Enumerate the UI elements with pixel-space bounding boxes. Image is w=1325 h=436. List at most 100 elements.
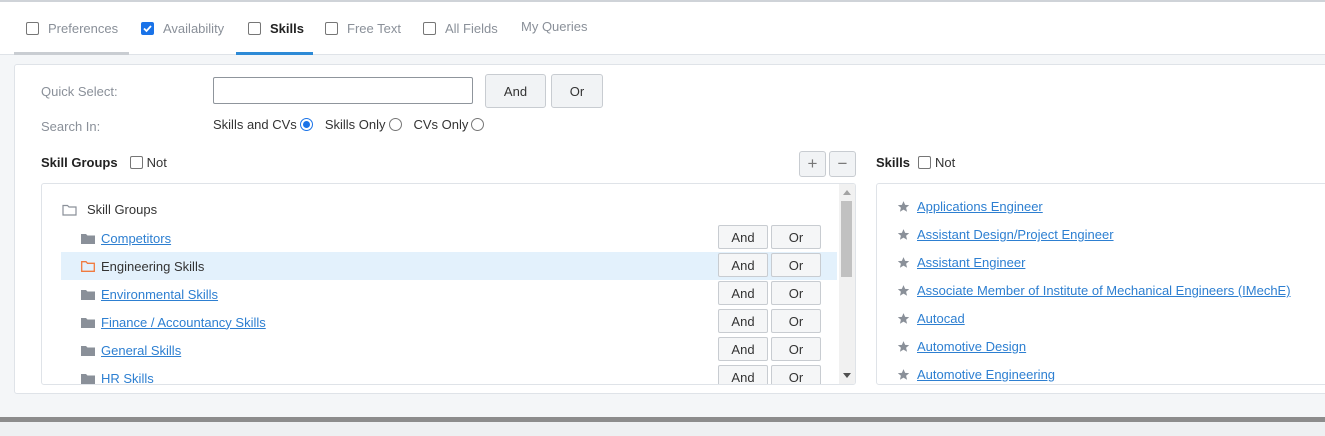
tab-label: My Queries [521, 18, 588, 34]
tab-my-queries[interactable]: My Queries [509, 0, 599, 52]
tab-all-fields[interactable]: All Fields [411, 2, 508, 54]
folder-icon [81, 345, 95, 356]
quick-select-input[interactable] [213, 77, 473, 104]
skill-group-or-button[interactable]: Or [771, 309, 821, 333]
skill-group-row-general: General Skills And Or [61, 336, 837, 364]
star-icon[interactable] [897, 368, 910, 381]
skill-group-row-environmental: Environmental Skills And Or [61, 280, 837, 308]
tab-preferences[interactable]: Preferences [14, 2, 129, 55]
collapse-all-button[interactable]: − [829, 151, 856, 177]
skill-group-or-button[interactable]: Or [771, 337, 821, 361]
folder-icon [81, 233, 95, 244]
tab-skills-checkbox[interactable] [248, 21, 261, 35]
search-in-option-label: Skills and CVs [213, 117, 297, 132]
scroll-down-icon[interactable] [843, 373, 851, 378]
tree-root-label: Skill Groups [87, 202, 158, 217]
star-icon[interactable] [897, 284, 910, 297]
skill-group-or-button[interactable]: Or [771, 253, 821, 277]
skill-group-link[interactable]: Environmental Skills [101, 287, 218, 302]
skill-group-row-competitors: Competitors And Or [61, 224, 837, 252]
scroll-thumb[interactable] [841, 201, 852, 277]
quick-select-and-button[interactable]: And [485, 74, 546, 108]
star-icon[interactable] [897, 256, 910, 269]
skill-group-row-engineering: Engineering Skills And Or [61, 252, 837, 280]
skill-item: Associate Member of Institute of Mechani… [897, 283, 1291, 298]
tree-root[interactable]: Skill Groups [62, 202, 157, 217]
skill-group-and-button[interactable]: And [718, 337, 768, 361]
star-icon[interactable] [897, 340, 910, 353]
skill-group-link[interactable]: HR Skills [101, 371, 154, 385]
folder-selected-icon [81, 260, 95, 272]
skill-groups-heading: Skill Groups Not [41, 155, 167, 170]
skill-groups-not-checkbox[interactable] [129, 156, 143, 169]
quick-select-label: Quick Select: [41, 84, 118, 99]
skill-group-row-hr: HR Skills And Or [61, 364, 837, 385]
tab-underline [129, 52, 236, 55]
quick-select-or-button[interactable]: Or [551, 74, 603, 108]
star-icon[interactable] [897, 200, 910, 213]
skill-link[interactable]: Automotive Engineering [917, 367, 1055, 382]
skill-group-link[interactable]: Finance / Accountancy Skills [101, 315, 266, 330]
tree-scrollbar[interactable] [839, 184, 855, 384]
skill-link[interactable]: Automotive Design [917, 339, 1026, 354]
star-icon[interactable] [897, 228, 910, 241]
search-in-label: Search In: [41, 119, 101, 134]
folder-icon [81, 289, 95, 300]
skill-link[interactable]: Applications Engineer [917, 199, 1043, 214]
bottom-strip [0, 422, 1325, 436]
folder-icon [81, 373, 95, 384]
tab-label: Preferences [48, 20, 119, 36]
skill-link[interactable]: Associate Member of Institute of Mechani… [917, 283, 1291, 298]
skill-group-label[interactable]: Engineering Skills [101, 259, 204, 274]
skill-link[interactable]: Assistant Design/Project Engineer [917, 227, 1114, 242]
tab-free-text[interactable]: Free Text [313, 2, 411, 54]
skill-link[interactable]: Autocad [917, 311, 965, 326]
folder-icon [81, 317, 95, 328]
skill-group-or-button[interactable]: Or [771, 281, 821, 305]
radio-skills-and-cvs[interactable] [299, 118, 313, 131]
skill-groups-not-label: Not [146, 155, 167, 170]
expand-all-button[interactable]: + [799, 151, 826, 177]
skill-link[interactable]: Assistant Engineer [917, 255, 1025, 270]
skills-heading: Skills Not [876, 155, 955, 170]
tab-preferences-checkbox[interactable] [26, 21, 39, 35]
tab-label: All Fields [445, 20, 498, 36]
tab-skills[interactable]: Skills [236, 2, 313, 55]
skill-group-and-button[interactable]: And [718, 365, 768, 384]
skill-group-and-button[interactable]: And [718, 309, 768, 333]
skill-group-or-button[interactable]: Or [771, 225, 821, 249]
skill-group-link[interactable]: General Skills [101, 343, 181, 358]
skill-item: Assistant Design/Project Engineer [897, 227, 1114, 242]
skill-item: Applications Engineer [897, 199, 1043, 214]
skill-item: Assistant Engineer [897, 255, 1025, 270]
tab-underline [313, 52, 411, 55]
skills-panel: Quick Select: And Or Search In: Skills a… [14, 64, 1325, 394]
skill-group-and-button[interactable]: And [718, 225, 768, 249]
tab-underline [14, 52, 129, 55]
tab-free-text-checkbox[interactable] [325, 21, 338, 35]
tab-label: Skills [270, 20, 304, 36]
skill-groups-tree: Skill Groups Competitors And Or Engineer… [41, 183, 856, 385]
scroll-up-icon[interactable] [843, 190, 851, 195]
skill-group-and-button[interactable]: And [718, 253, 768, 277]
tab-label: Availability [163, 20, 225, 36]
skills-title: Skills [876, 155, 910, 170]
radio-skills-only[interactable] [388, 118, 402, 131]
tab-underline [236, 52, 313, 55]
skills-not-checkbox[interactable] [917, 156, 931, 169]
skill-group-and-button[interactable]: And [718, 281, 768, 305]
skill-item: Automotive Design [897, 339, 1026, 354]
skill-item: Autocad [897, 311, 965, 326]
tab-label: Free Text [347, 20, 401, 36]
tab-all-fields-checkbox[interactable] [423, 21, 436, 35]
skill-group-link[interactable]: Competitors [101, 231, 171, 246]
radio-cvs-only[interactable] [471, 118, 485, 131]
star-icon[interactable] [897, 312, 910, 325]
search-tabs: Preferences Availability Skills Free Tex… [0, 2, 1325, 55]
tab-availability-checkbox[interactable] [141, 21, 154, 35]
tab-availability[interactable]: Availability [129, 2, 236, 54]
skill-group-or-button[interactable]: Or [771, 365, 821, 384]
tab-underline [411, 52, 508, 55]
skill-groups-title: Skill Groups [41, 155, 118, 170]
skills-not-label: Not [934, 155, 956, 170]
